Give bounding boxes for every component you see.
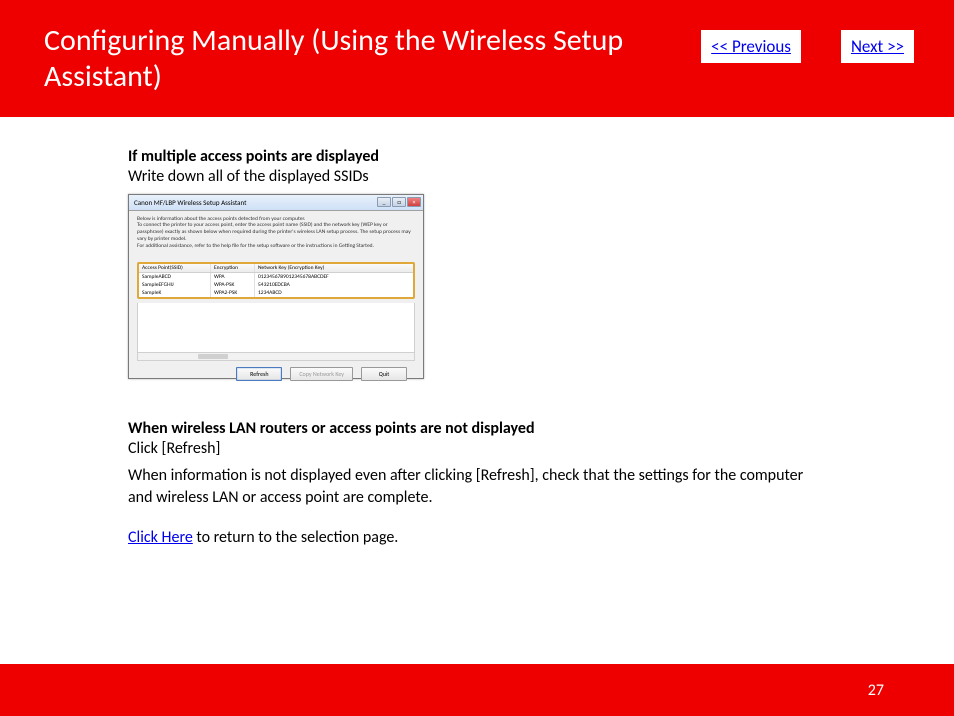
return-rest-text: to return to the selection page. xyxy=(193,528,399,547)
col-header-key: Network Key (Encryption Key) xyxy=(255,264,413,272)
table-row[interactable]: SampleABCD WPA 0123456789012345678ABCDEF xyxy=(139,273,413,281)
col-header-encryption: Encryption xyxy=(211,264,255,272)
cell-ssid: SampleK xyxy=(139,289,211,297)
minimize-icon[interactable]: _ xyxy=(377,197,391,207)
scroll-thumb[interactable] xyxy=(198,354,228,359)
horizontal-scrollbar[interactable] xyxy=(137,353,415,361)
refresh-button[interactable]: Refresh xyxy=(236,367,282,381)
table-header: Access Point(SSID) Encryption Network Ke… xyxy=(139,264,413,273)
section2: When wireless LAN routers or access poin… xyxy=(128,419,824,509)
dialog-info-line3: For additional assistance, refer to the … xyxy=(137,243,415,250)
section2-heading: When wireless LAN routers or access poin… xyxy=(128,419,824,438)
cell-key: 543210EDCBA xyxy=(255,281,413,289)
table-blank-area xyxy=(137,303,415,353)
cell-ssid: SampleABCD xyxy=(139,273,211,281)
section1-text: Write down all of the displayed SSIDs xyxy=(128,166,824,188)
dialog-title: Canon MF/LBP Wireless Setup Assistant xyxy=(134,198,246,207)
previous-button[interactable]: << Previous xyxy=(701,30,801,63)
quit-button[interactable]: Quit xyxy=(361,367,407,381)
footer-banner: 27 xyxy=(0,664,954,716)
wireless-assistant-dialog: Canon MF/LBP Wireless Setup Assistant _ … xyxy=(128,194,424,379)
section1-heading: If multiple access points are displayed xyxy=(128,147,824,166)
cell-key: 1234ABCD xyxy=(255,289,413,297)
maximize-icon[interactable]: □ xyxy=(392,197,406,207)
next-button[interactable]: Next >> xyxy=(841,30,914,63)
dialog-titlebar: Canon MF/LBP Wireless Setup Assistant _ … xyxy=(129,195,423,211)
header-banner: Configuring Manually (Using the Wireless… xyxy=(0,0,954,117)
section2-text1: Click [Refresh] xyxy=(128,438,824,460)
return-line: Click Here to return to the selection pa… xyxy=(128,528,824,547)
access-point-table: Access Point(SSID) Encryption Network Ke… xyxy=(137,262,415,299)
cell-enc: WPA-PSK xyxy=(211,281,255,289)
cell-key: 0123456789012345678ABCDEF xyxy=(255,273,413,281)
dialog-body: Below is information about the access po… xyxy=(129,211,423,386)
dialog-info: Below is information about the access po… xyxy=(137,216,415,250)
table-row[interactable]: SampleK WPA2-PSK 1234ABCD xyxy=(139,289,413,297)
window-controls: _ □ × xyxy=(377,197,421,207)
cell-enc: WPA2-PSK xyxy=(211,289,255,297)
section2-text2: When information is not displayed even a… xyxy=(128,465,824,508)
table-row[interactable]: SampleEFGHIJ WPA-PSK 543210EDCBA xyxy=(139,281,413,289)
cell-enc: WPA xyxy=(211,273,255,281)
click-here-link[interactable]: Click Here xyxy=(128,528,193,547)
nav-buttons: << Previous Next >> xyxy=(701,30,914,63)
dialog-info-line2: To connect the printer to your access po… xyxy=(137,222,415,243)
content-area: If multiple access points are displayed … xyxy=(0,117,954,547)
close-icon[interactable]: × xyxy=(407,197,421,207)
col-header-ssid: Access Point(SSID) xyxy=(139,264,211,272)
dialog-buttons: Refresh Copy Network Key Quit xyxy=(137,361,415,381)
cell-ssid: SampleEFGHIJ xyxy=(139,281,211,289)
page-number: 27 xyxy=(868,681,884,700)
copy-network-key-button[interactable]: Copy Network Key xyxy=(290,367,353,381)
page-title: Configuring Manually (Using the Wireless… xyxy=(44,23,684,95)
